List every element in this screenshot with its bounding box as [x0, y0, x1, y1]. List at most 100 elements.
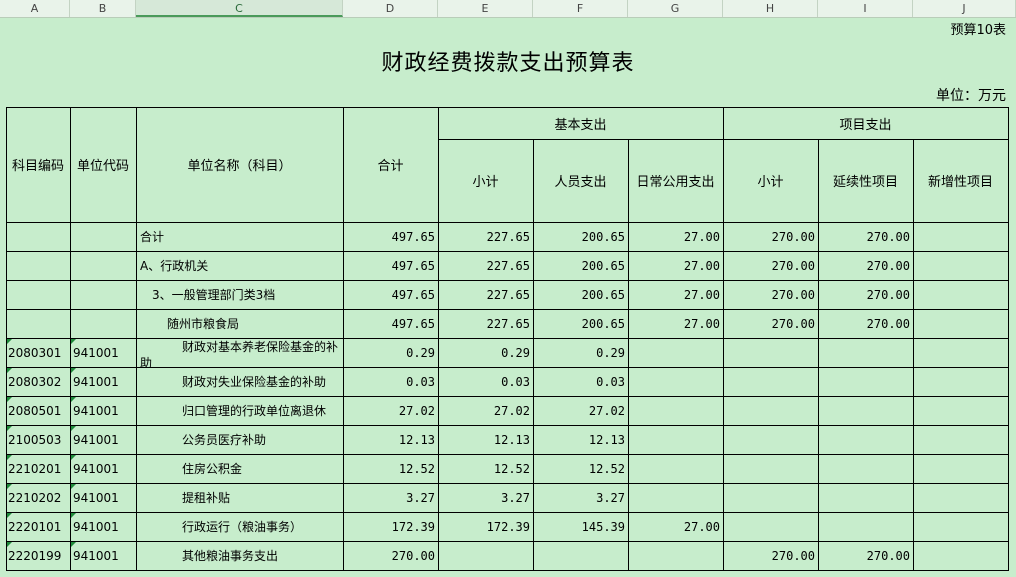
cell-daily[interactable]: 27.00 [629, 252, 723, 281]
cell-basic-subtotal[interactable]: 0.03 [439, 368, 533, 397]
cell-daily[interactable] [629, 455, 723, 484]
cell-subject-code[interactable] [8, 310, 70, 339]
cell-project-subtotal[interactable]: 270.00 [724, 281, 818, 310]
sheet-title[interactable]: 财政经费拨款支出预算表 [0, 45, 1016, 77]
cell-subject-code[interactable]: 2080301 [8, 339, 70, 368]
cell-project-subtotal[interactable] [724, 426, 818, 455]
column-header-d[interactable]: D [343, 0, 438, 17]
cell-personnel[interactable]: 12.52 [534, 455, 628, 484]
cell-subject-code[interactable]: 2210201 [8, 455, 70, 484]
column-header-c[interactable]: C [136, 0, 343, 17]
cell-basic-subtotal[interactable]: 227.65 [439, 310, 533, 339]
cell-subject-code[interactable] [8, 281, 70, 310]
cell-subject-code[interactable] [8, 252, 70, 281]
cell-personnel[interactable]: 200.65 [534, 252, 628, 281]
cell-total[interactable]: 27.02 [344, 397, 438, 426]
cell-unit-name[interactable]: 其他粮油事务支出 [137, 542, 343, 571]
sheet-corner-label[interactable]: 预算10表 [950, 19, 1006, 38]
cell-daily[interactable] [629, 397, 723, 426]
cell-unit-name[interactable]: 行政运行（粮油事务） [137, 513, 343, 542]
cell-project-subtotal[interactable] [724, 397, 818, 426]
cell-daily[interactable] [629, 426, 723, 455]
cell-total[interactable]: 0.03 [344, 368, 438, 397]
column-header-j[interactable]: J [913, 0, 1016, 17]
cell-project-subtotal[interactable] [724, 484, 818, 513]
cell-continuing[interactable]: 270.00 [819, 252, 913, 281]
cell-personnel[interactable]: 200.65 [534, 310, 628, 339]
column-header-g[interactable]: G [628, 0, 723, 17]
cell-personnel[interactable]: 12.13 [534, 426, 628, 455]
cell-daily[interactable]: 27.00 [629, 223, 723, 252]
column-header-e[interactable]: E [438, 0, 533, 17]
header-daily[interactable]: 日常公用支出 [628, 139, 723, 222]
cell-continuing[interactable] [819, 426, 913, 455]
cell-basic-subtotal[interactable]: 227.65 [439, 281, 533, 310]
cell-total[interactable]: 497.65 [344, 252, 438, 281]
cell-daily[interactable]: 27.00 [629, 281, 723, 310]
cell-total[interactable]: 497.65 [344, 223, 438, 252]
cell-unit-name[interactable]: 归口管理的行政单位离退休 [137, 397, 343, 426]
cell-unit-code[interactable]: 941001 [73, 368, 136, 397]
cell-continuing[interactable] [819, 339, 913, 368]
column-header-a[interactable]: A [0, 0, 70, 17]
cell-personnel[interactable]: 200.65 [534, 281, 628, 310]
cell-basic-subtotal[interactable] [439, 542, 533, 571]
cell-basic-subtotal[interactable]: 12.13 [439, 426, 533, 455]
cell-project-subtotal[interactable] [724, 339, 818, 368]
cell-unit-code[interactable]: 941001 [73, 542, 136, 571]
cell-project-subtotal[interactable]: 270.00 [724, 310, 818, 339]
cell-new-project[interactable] [914, 281, 1008, 310]
column-header-i[interactable]: I [818, 0, 913, 17]
cell-total[interactable]: 12.52 [344, 455, 438, 484]
header-basic-subtotal[interactable]: 小计 [438, 139, 533, 222]
cell-new-project[interactable] [914, 542, 1008, 571]
cell-continuing[interactable]: 270.00 [819, 310, 913, 339]
cell-subject-code[interactable]: 2210202 [8, 484, 70, 513]
header-personnel[interactable]: 人员支出 [533, 139, 628, 222]
header-subject-code[interactable]: 科目编码 [6, 107, 70, 222]
cell-unit-code[interactable]: 941001 [73, 397, 136, 426]
cell-unit-code[interactable] [73, 252, 136, 281]
cell-unit-name[interactable]: 合计 [137, 223, 343, 252]
cell-personnel[interactable]: 145.39 [534, 513, 628, 542]
cell-total[interactable]: 497.65 [344, 310, 438, 339]
cell-personnel[interactable] [534, 542, 628, 571]
header-unit-name[interactable]: 单位名称（科目） [136, 107, 343, 222]
cell-project-subtotal[interactable]: 270.00 [724, 223, 818, 252]
cell-unit-name[interactable]: 提租补贴 [137, 484, 343, 513]
cell-unit-name[interactable]: A、行政机关 [137, 252, 343, 281]
cell-new-project[interactable] [914, 310, 1008, 339]
unit-label[interactable]: 单位：万元 [936, 85, 1006, 105]
cell-continuing[interactable]: 270.00 [819, 281, 913, 310]
cell-basic-subtotal[interactable]: 227.65 [439, 252, 533, 281]
cell-new-project[interactable] [914, 397, 1008, 426]
column-header-f[interactable]: F [533, 0, 628, 17]
header-continuing[interactable]: 延续性项目 [818, 139, 913, 222]
cell-total[interactable]: 497.65 [344, 281, 438, 310]
cell-new-project[interactable] [914, 484, 1008, 513]
cell-unit-code[interactable] [73, 223, 136, 252]
cell-total[interactable]: 3.27 [344, 484, 438, 513]
header-new-project[interactable]: 新增性项目 [913, 139, 1008, 222]
cell-continuing[interactable] [819, 368, 913, 397]
cell-basic-subtotal[interactable]: 172.39 [439, 513, 533, 542]
cell-project-subtotal[interactable] [724, 513, 818, 542]
cell-unit-name[interactable]: 随州市粮食局 [137, 310, 343, 339]
cell-new-project[interactable] [914, 368, 1008, 397]
header-basic-group[interactable]: 基本支出 [438, 107, 723, 139]
cell-unit-code[interactable] [73, 310, 136, 339]
cell-continuing[interactable]: 270.00 [819, 542, 913, 571]
cell-unit-name[interactable]: 住房公积金 [137, 455, 343, 484]
cell-personnel[interactable]: 0.03 [534, 368, 628, 397]
cell-daily[interactable] [629, 542, 723, 571]
cell-personnel[interactable]: 3.27 [534, 484, 628, 513]
cell-new-project[interactable] [914, 252, 1008, 281]
cell-daily[interactable] [629, 339, 723, 368]
cell-new-project[interactable] [914, 339, 1008, 368]
cell-daily[interactable] [629, 368, 723, 397]
cell-unit-code[interactable]: 941001 [73, 484, 136, 513]
cell-total[interactable]: 12.13 [344, 426, 438, 455]
cell-unit-code[interactable]: 941001 [73, 513, 136, 542]
cell-total[interactable]: 270.00 [344, 542, 438, 571]
cell-daily[interactable]: 27.00 [629, 513, 723, 542]
